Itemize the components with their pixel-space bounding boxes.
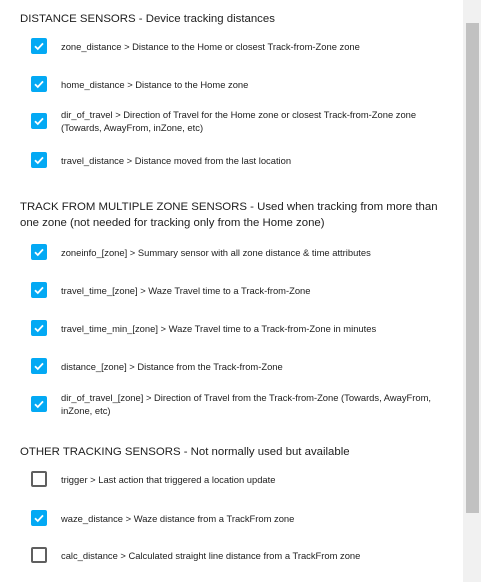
checkbox-checked-icon[interactable]: [31, 76, 47, 92]
sensor-option-label: distance_[zone] > Distance from the Trac…: [61, 360, 283, 372]
checkbox-checked-icon[interactable]: [31, 113, 47, 129]
sensor-option-zoneinfo-zone[interactable]: zoneinfo_[zone] > Summary sensor with al…: [31, 244, 451, 260]
checkbox-checked-icon[interactable]: [31, 282, 47, 298]
sensor-option-trigger[interactable]: trigger > Last action that triggered a l…: [31, 471, 451, 487]
sensor-option-label: waze_distance > Waze distance from a Tra…: [61, 512, 295, 524]
sensor-option-label: travel_distance > Distance moved from th…: [61, 154, 292, 166]
checkbox-checked-icon[interactable]: [31, 320, 47, 336]
sensor-selection-panel: DISTANCE SENSORS - Device tracking dista…: [0, 0, 481, 582]
vertical-scrollbar[interactable]: [463, 0, 481, 582]
sensor-option-label: travel_time_min_[zone] > Waze Travel tim…: [61, 322, 377, 334]
checkbox-checked-icon[interactable]: [31, 358, 47, 374]
checkbox-checked-icon[interactable]: [31, 396, 47, 412]
sensor-option-travel-time-min-zone[interactable]: travel_time_min_[zone] > Waze Travel tim…: [31, 320, 451, 336]
sensor-option-label: dir_of_travel > Direction of Travel for …: [61, 109, 417, 133]
sensor-list: DISTANCE SENSORS - Device tracking dista…: [0, 0, 463, 582]
sensor-option-label: dir_of_travel_[zone] > Direction of Trav…: [61, 392, 432, 416]
sensor-option-label: travel_time_[zone] > Waze Travel time to…: [61, 284, 311, 296]
sensor-option-label: zoneinfo_[zone] > Summary sensor with al…: [61, 246, 371, 258]
section-title-other-tracking-sensors: OTHER TRACKING SENSORS - Not normally us…: [20, 446, 350, 458]
sensor-option-dir-of-travel-zone[interactable]: dir_of_travel_[zone] > Direction of Trav…: [31, 391, 451, 417]
sensor-option-zone-distance[interactable]: zone_distance > Distance to the Home or …: [31, 38, 451, 54]
checkbox-checked-icon[interactable]: [31, 510, 47, 526]
sensor-option-waze-distance[interactable]: waze_distance > Waze distance from a Tra…: [31, 510, 451, 526]
sensor-option-distance-zone[interactable]: distance_[zone] > Distance from the Trac…: [31, 358, 451, 374]
sensor-option-label: trigger > Last action that triggered a l…: [61, 473, 276, 485]
sensor-option-travel-distance[interactable]: travel_distance > Distance moved from th…: [31, 152, 451, 168]
sensor-option-label: zone_distance > Distance to the Home or …: [61, 40, 360, 52]
sensor-option-home-distance[interactable]: home_distance > Distance to the Home zon…: [31, 76, 451, 92]
checkbox-checked-icon[interactable]: [31, 38, 47, 54]
sensor-option-calc-distance[interactable]: calc_distance > Calculated straight line…: [31, 547, 451, 563]
section-title-track-from-multiple-zone-sensors: TRACK FROM MULTIPLE ZONE SENSORS - Used …: [20, 201, 438, 229]
checkbox-unchecked-icon[interactable]: [31, 547, 47, 563]
sensor-option-dir-of-travel[interactable]: dir_of_travel > Direction of Travel for …: [31, 108, 451, 134]
scrollbar-thumb[interactable]: [466, 23, 479, 513]
checkbox-checked-icon[interactable]: [31, 152, 47, 168]
sensor-option-label: calc_distance > Calculated straight line…: [61, 549, 361, 561]
sensor-option-travel-time-zone[interactable]: travel_time_[zone] > Waze Travel time to…: [31, 282, 451, 298]
checkbox-checked-icon[interactable]: [31, 244, 47, 260]
section-title-distance-sensors: DISTANCE SENSORS - Device tracking dista…: [20, 13, 275, 25]
checkbox-unchecked-icon[interactable]: [31, 471, 47, 487]
sensor-option-label: home_distance > Distance to the Home zon…: [61, 78, 249, 90]
